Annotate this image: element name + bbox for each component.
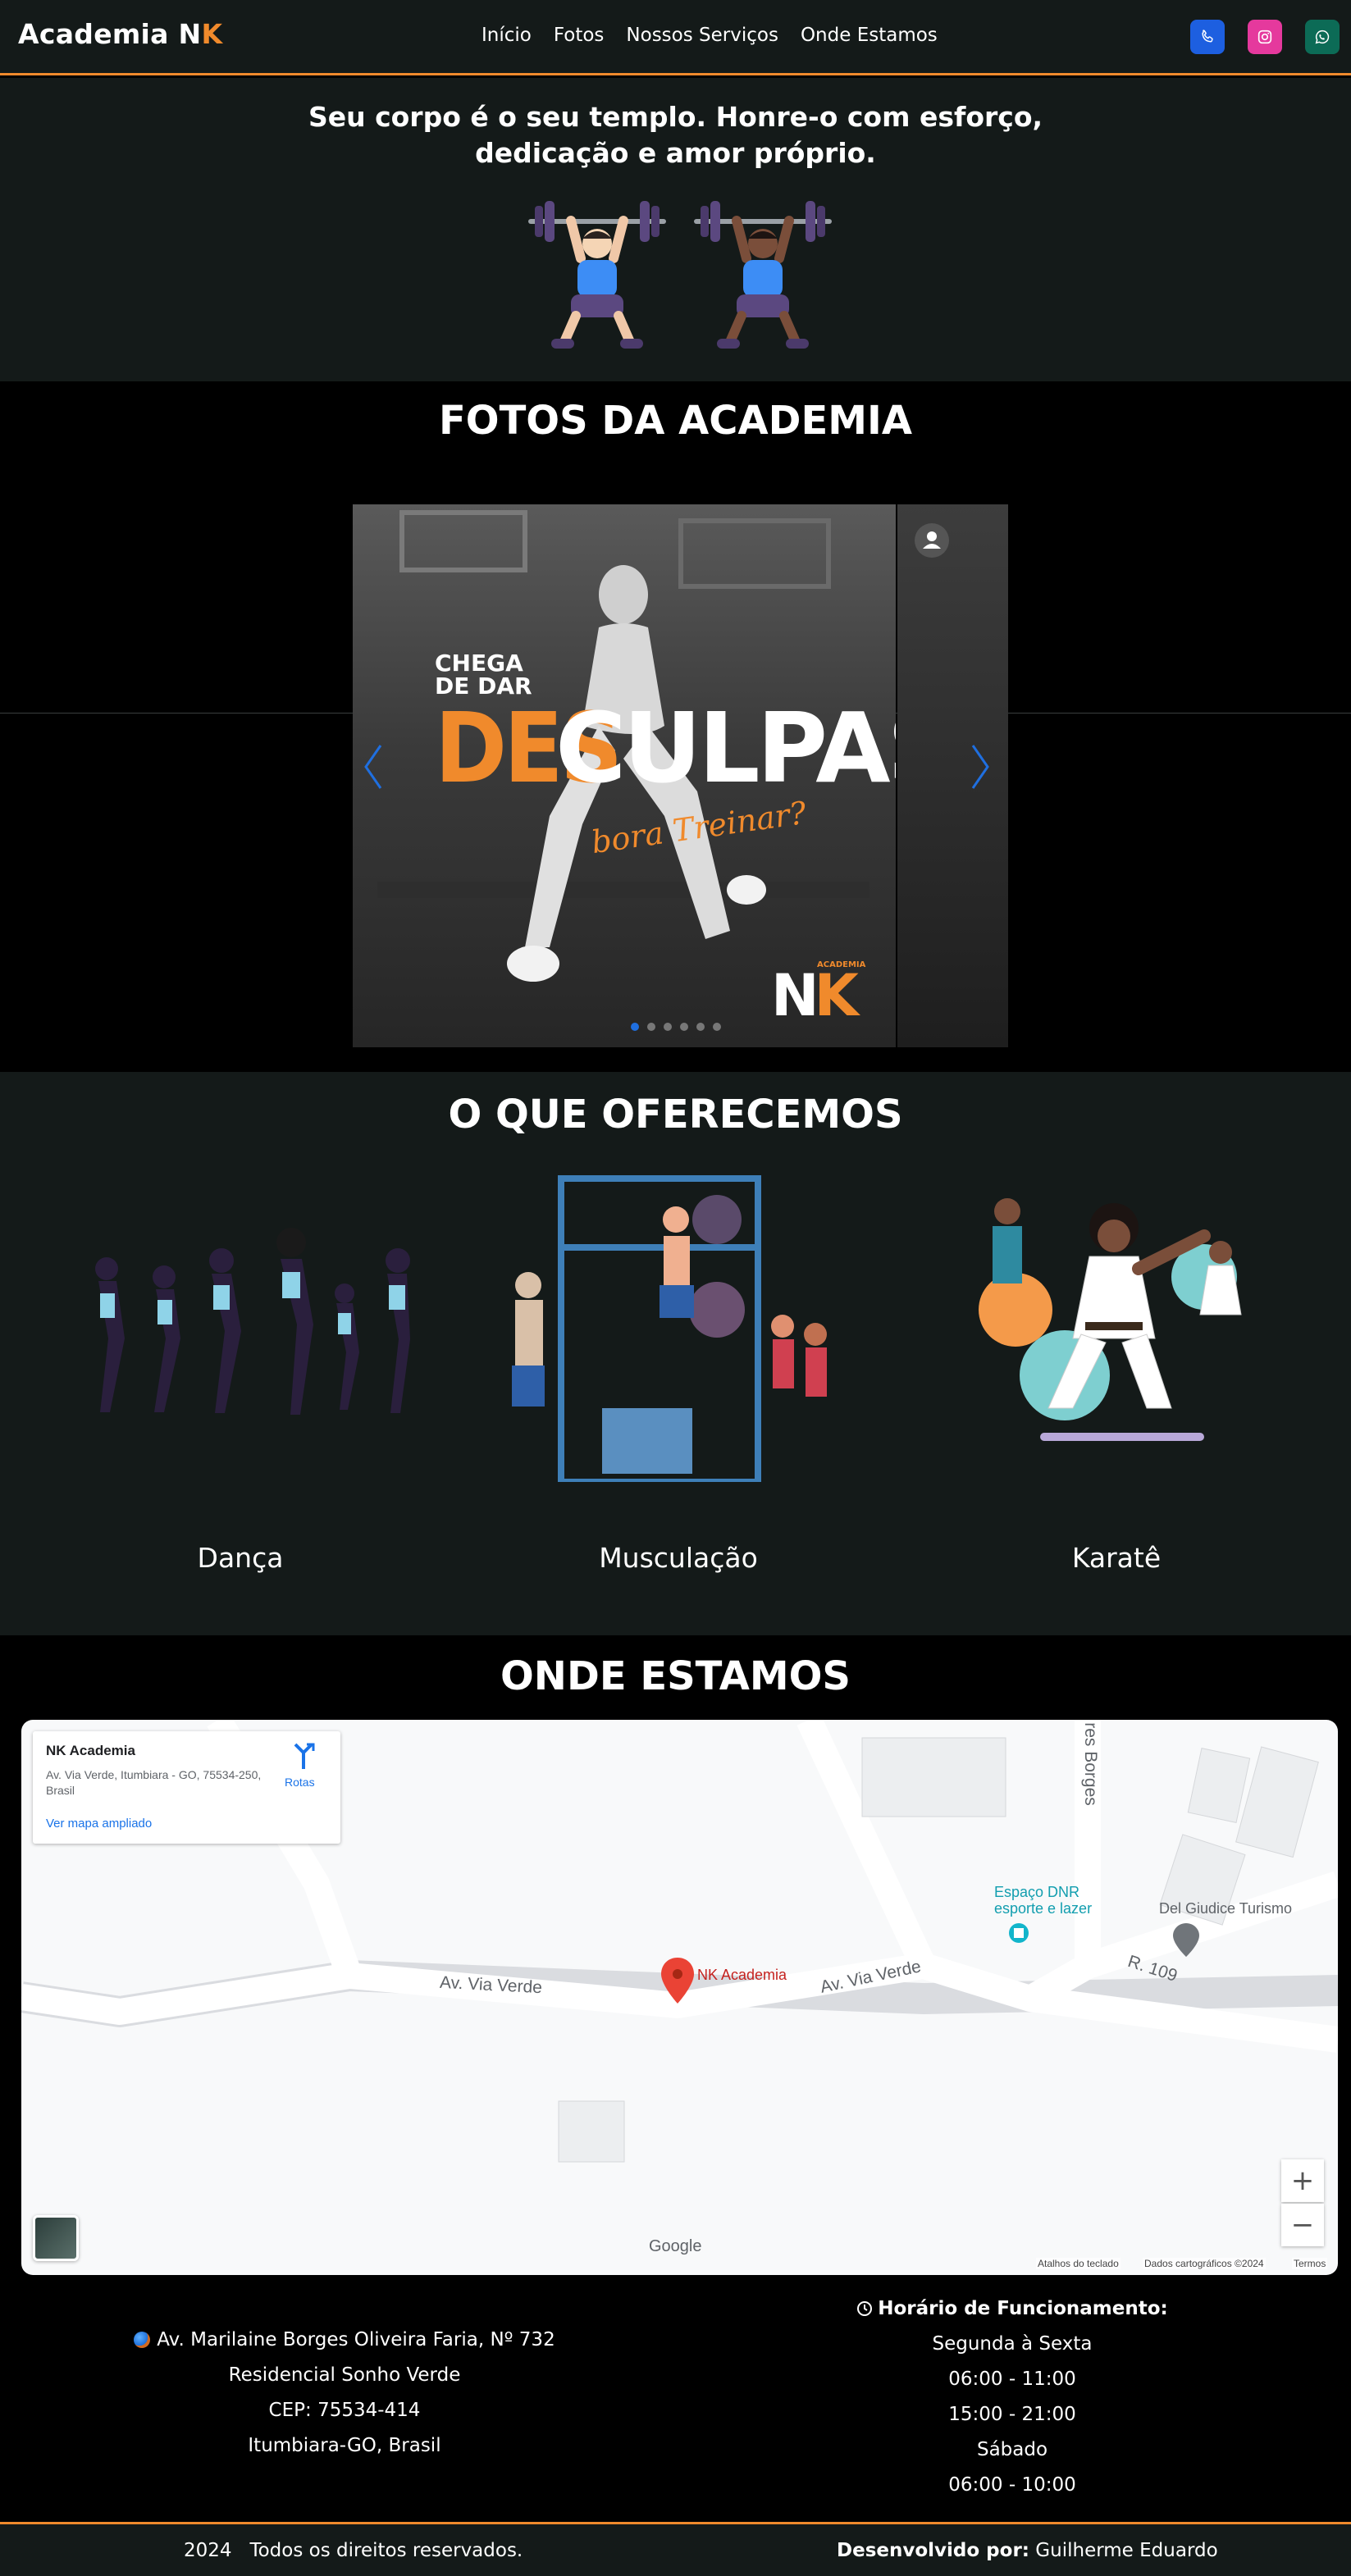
carousel-dot[interactable] [696, 1023, 705, 1031]
address-line: Av. Marilaine Borges Oliveira Faria, Nº … [98, 2323, 591, 2358]
map-keyboard-shortcuts[interactable]: Atalhos do teclado [1036, 2258, 1121, 2269]
slide-logo: NK [771, 962, 859, 1029]
whatsapp-icon [1315, 30, 1330, 44]
weightlifting-illustration [512, 1175, 827, 1482]
karate-illustration [979, 1198, 1242, 1441]
address-line: CEP: 75534-414 [268, 2400, 421, 2421]
globe-icon [134, 2332, 151, 2348]
nav-link-inicio[interactable]: Início [482, 25, 532, 46]
clock-icon [857, 2301, 873, 2316]
hours-line: 06:00 - 11:00 [948, 2369, 1076, 2390]
location-title: ONDE ESTAMOS [500, 1653, 851, 1699]
weightlifter-icon [694, 201, 832, 349]
carousel-dot[interactable] [664, 1023, 672, 1031]
instagram-icon [1257, 30, 1272, 44]
carousel-dot[interactable] [647, 1023, 655, 1031]
weightlifter-icon [528, 201, 666, 349]
developer-credit: Desenvolvido por: Guilherme Eduardo [837, 2540, 1218, 2561]
hours-line: 06:00 - 10:00 [948, 2474, 1076, 2496]
carousel-dot[interactable] [631, 1023, 639, 1031]
hours-line: 15:00 - 21:00 [948, 2404, 1076, 2425]
carousel-indicators [631, 1023, 721, 1031]
map-pin-label: NK Academia [697, 1967, 787, 1983]
address-line: Residencial Sonho Verde [228, 2364, 461, 2386]
directions-label[interactable]: Rotas [285, 1776, 315, 1789]
nav-link-onde-estamos[interactable]: Onde Estamos [801, 25, 938, 46]
gallery-title: FOTOS DA ACADEMIA [438, 398, 913, 444]
navbar: Academia NK Início Fotos Nossos Serviços… [0, 0, 1351, 75]
zoom-in-button[interactable]: + [1281, 2159, 1324, 2202]
brand-logo[interactable]: Academia NK [18, 18, 222, 50]
services-title: O QUE OFERECEMOS [448, 1092, 903, 1138]
map-terms-link[interactable]: Termos [1292, 2258, 1328, 2269]
carousel-prev-icon[interactable] [361, 742, 386, 791]
carousel-dot[interactable] [680, 1023, 688, 1031]
map-card-address: Av. Via Verde, Itumbiara - GO, 75534-250… [46, 1768, 262, 1797]
map-card-title: NK Academia [46, 1743, 135, 1758]
instagram-button[interactable] [1248, 20, 1282, 54]
google-map[interactable]: Av. Via Verde Av. Via Verde R. 109 res B… [21, 1720, 1338, 2275]
map-street-label: res Borges [1080, 1722, 1100, 1806]
zoom-out-button[interactable]: − [1281, 2204, 1324, 2246]
carousel-next-icon[interactable] [968, 742, 993, 791]
carousel-dot[interactable] [713, 1023, 721, 1031]
map-layer-toggle[interactable] [33, 2215, 79, 2261]
hero-section: Seu corpo é o seu templo. Honre-o com es… [0, 78, 1351, 381]
gallery-section: FOTOS DA ACADEMIA CHEGADE DAR DES CULPAS… [0, 381, 1351, 1072]
nav-link-servicos[interactable]: Nossos Serviços [626, 25, 778, 46]
google-logo: Google [649, 2237, 702, 2255]
map-info-card: NK Academia Av. Via Verde, Itumbiara - G… [33, 1731, 340, 1844]
services-section: O QUE OFERECEMOS Dança Musculação Karatê [0, 1072, 1351, 1635]
slide-headline-white: CULPAS [555, 691, 896, 805]
service-label-musculacao: Musculação [599, 1542, 758, 1574]
directions-icon[interactable] [292, 1743, 315, 1771]
address-block: Av. Marilaine Borges Oliveira Faria, Nº … [98, 2323, 591, 2464]
main-nav: Início Fotos Nossos Serviços Onde Estamo… [482, 25, 938, 46]
footer: 2024 Todos os direitos reservados. Desen… [0, 2522, 1351, 2576]
opening-hours-block: Horário de Funcionamento: Segunda à Sext… [766, 2291, 1258, 2503]
whatsapp-button[interactable] [1305, 20, 1340, 54]
map-enlarge-link[interactable]: Ver mapa ampliado [46, 1817, 152, 1831]
address-line: Itumbiara-GO, Brasil [248, 2435, 441, 2456]
service-label-karate: Karatê [1071, 1542, 1162, 1574]
map-poi-label: Espaço DNR esporte e lazer [994, 1884, 1093, 1917]
copyright-text: 2024 Todos os direitos reservados. [184, 2540, 523, 2561]
phone-button[interactable] [1190, 20, 1225, 54]
map-poi-label: Del Giudice Turismo [1159, 1900, 1293, 1917]
location-section: ONDE ESTAMOS Av. Via Verde Av. Via Verde… [0, 1635, 1351, 2522]
opening-hours-title: Horário de Funcionamento: [766, 2291, 1258, 2327]
map-data-credit: Dados cartográficos ©2024 [1143, 2258, 1266, 2269]
brand-accent: K [201, 18, 223, 50]
hero-quote: Seu corpo é o seu templo. Honre-o com es… [308, 101, 1043, 169]
phone-icon [1202, 30, 1213, 43]
carousel-slide[interactable]: CHEGADE DAR DES CULPAS bora Treinar? ACA… [353, 504, 896, 1047]
nav-link-fotos[interactable]: Fotos [554, 25, 605, 46]
hours-line: Segunda à Sexta [932, 2333, 1093, 2355]
service-label-danca: Dança [197, 1542, 284, 1574]
user-icon [915, 523, 949, 558]
dance-illustration [95, 1228, 410, 1415]
brand-name: Academia N [18, 18, 202, 50]
hours-line: Sábado [976, 2439, 1048, 2460]
